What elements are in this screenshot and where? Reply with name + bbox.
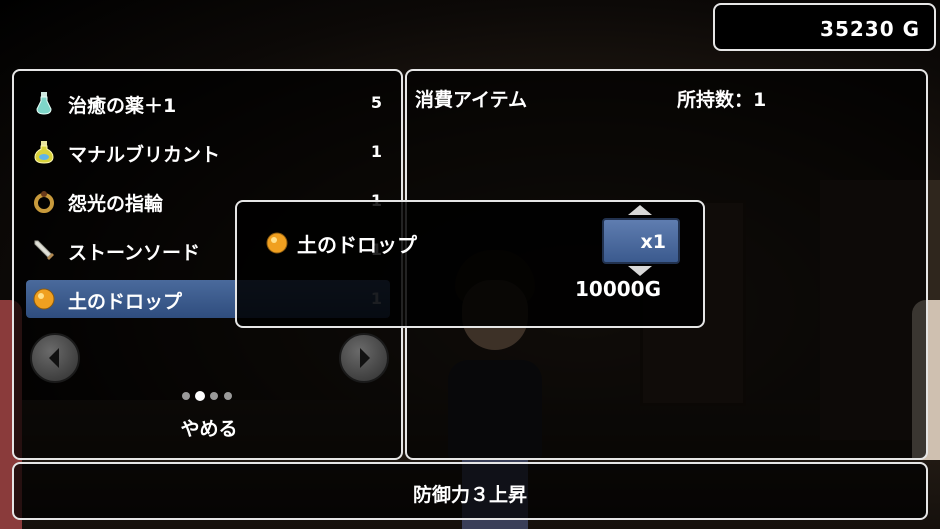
prev-page-button[interactable] — [30, 333, 80, 383]
list-item[interactable]: マナルブリカント 1 — [26, 133, 390, 171]
orb-icon — [33, 288, 55, 310]
mana-bottle-icon — [34, 141, 54, 164]
right-arrow-icon — [360, 348, 370, 368]
item-name: 治癒の薬＋1 — [68, 95, 177, 117]
gold-display: 35230 G — [713, 3, 936, 51]
next-page-button[interactable] — [339, 333, 389, 383]
quantity-increase-arrow-icon[interactable] — [628, 205, 652, 215]
item-name: 土のドロップ — [68, 291, 183, 313]
item-category: 消費アイテム — [415, 89, 528, 111]
item-description: 防御力３上昇 — [412, 484, 527, 506]
quantity-stepper[interactable]: x1 — [602, 218, 680, 264]
page-dot — [224, 392, 232, 400]
page-dot-active — [195, 391, 205, 401]
page-dot — [210, 392, 218, 400]
purchase-dialog: 土のドロップ x1 10000G — [235, 200, 705, 328]
left-arrow-icon — [49, 348, 59, 368]
item-qty: 5 — [370, 93, 382, 112]
item-name: 怨光の指輪 — [68, 193, 164, 215]
item-name: ストーンソード — [68, 242, 201, 264]
orb-icon — [266, 232, 288, 254]
list-item[interactable]: 治癒の薬＋1 5 — [26, 84, 390, 122]
item-name: マナルブリカント — [68, 144, 221, 166]
dialog-item-name: 土のドロップ — [297, 233, 417, 257]
quantity-decrease-arrow-icon[interactable] — [628, 266, 652, 276]
item-qty: 1 — [370, 142, 382, 161]
page-dot — [182, 392, 190, 400]
gold-amount: 35230 G — [820, 17, 920, 41]
total-price: 10000G — [575, 277, 661, 301]
quit-button[interactable]: やめる — [159, 414, 259, 444]
ring-icon — [34, 191, 54, 213]
potion-icon — [36, 92, 52, 115]
quantity-value: x1 — [640, 231, 666, 253]
description-panel: 防御力３上昇 — [12, 462, 928, 520]
sword-icon — [34, 240, 54, 260]
owned-count: 所持数：1 — [677, 89, 767, 111]
page-indicator — [182, 389, 242, 403]
